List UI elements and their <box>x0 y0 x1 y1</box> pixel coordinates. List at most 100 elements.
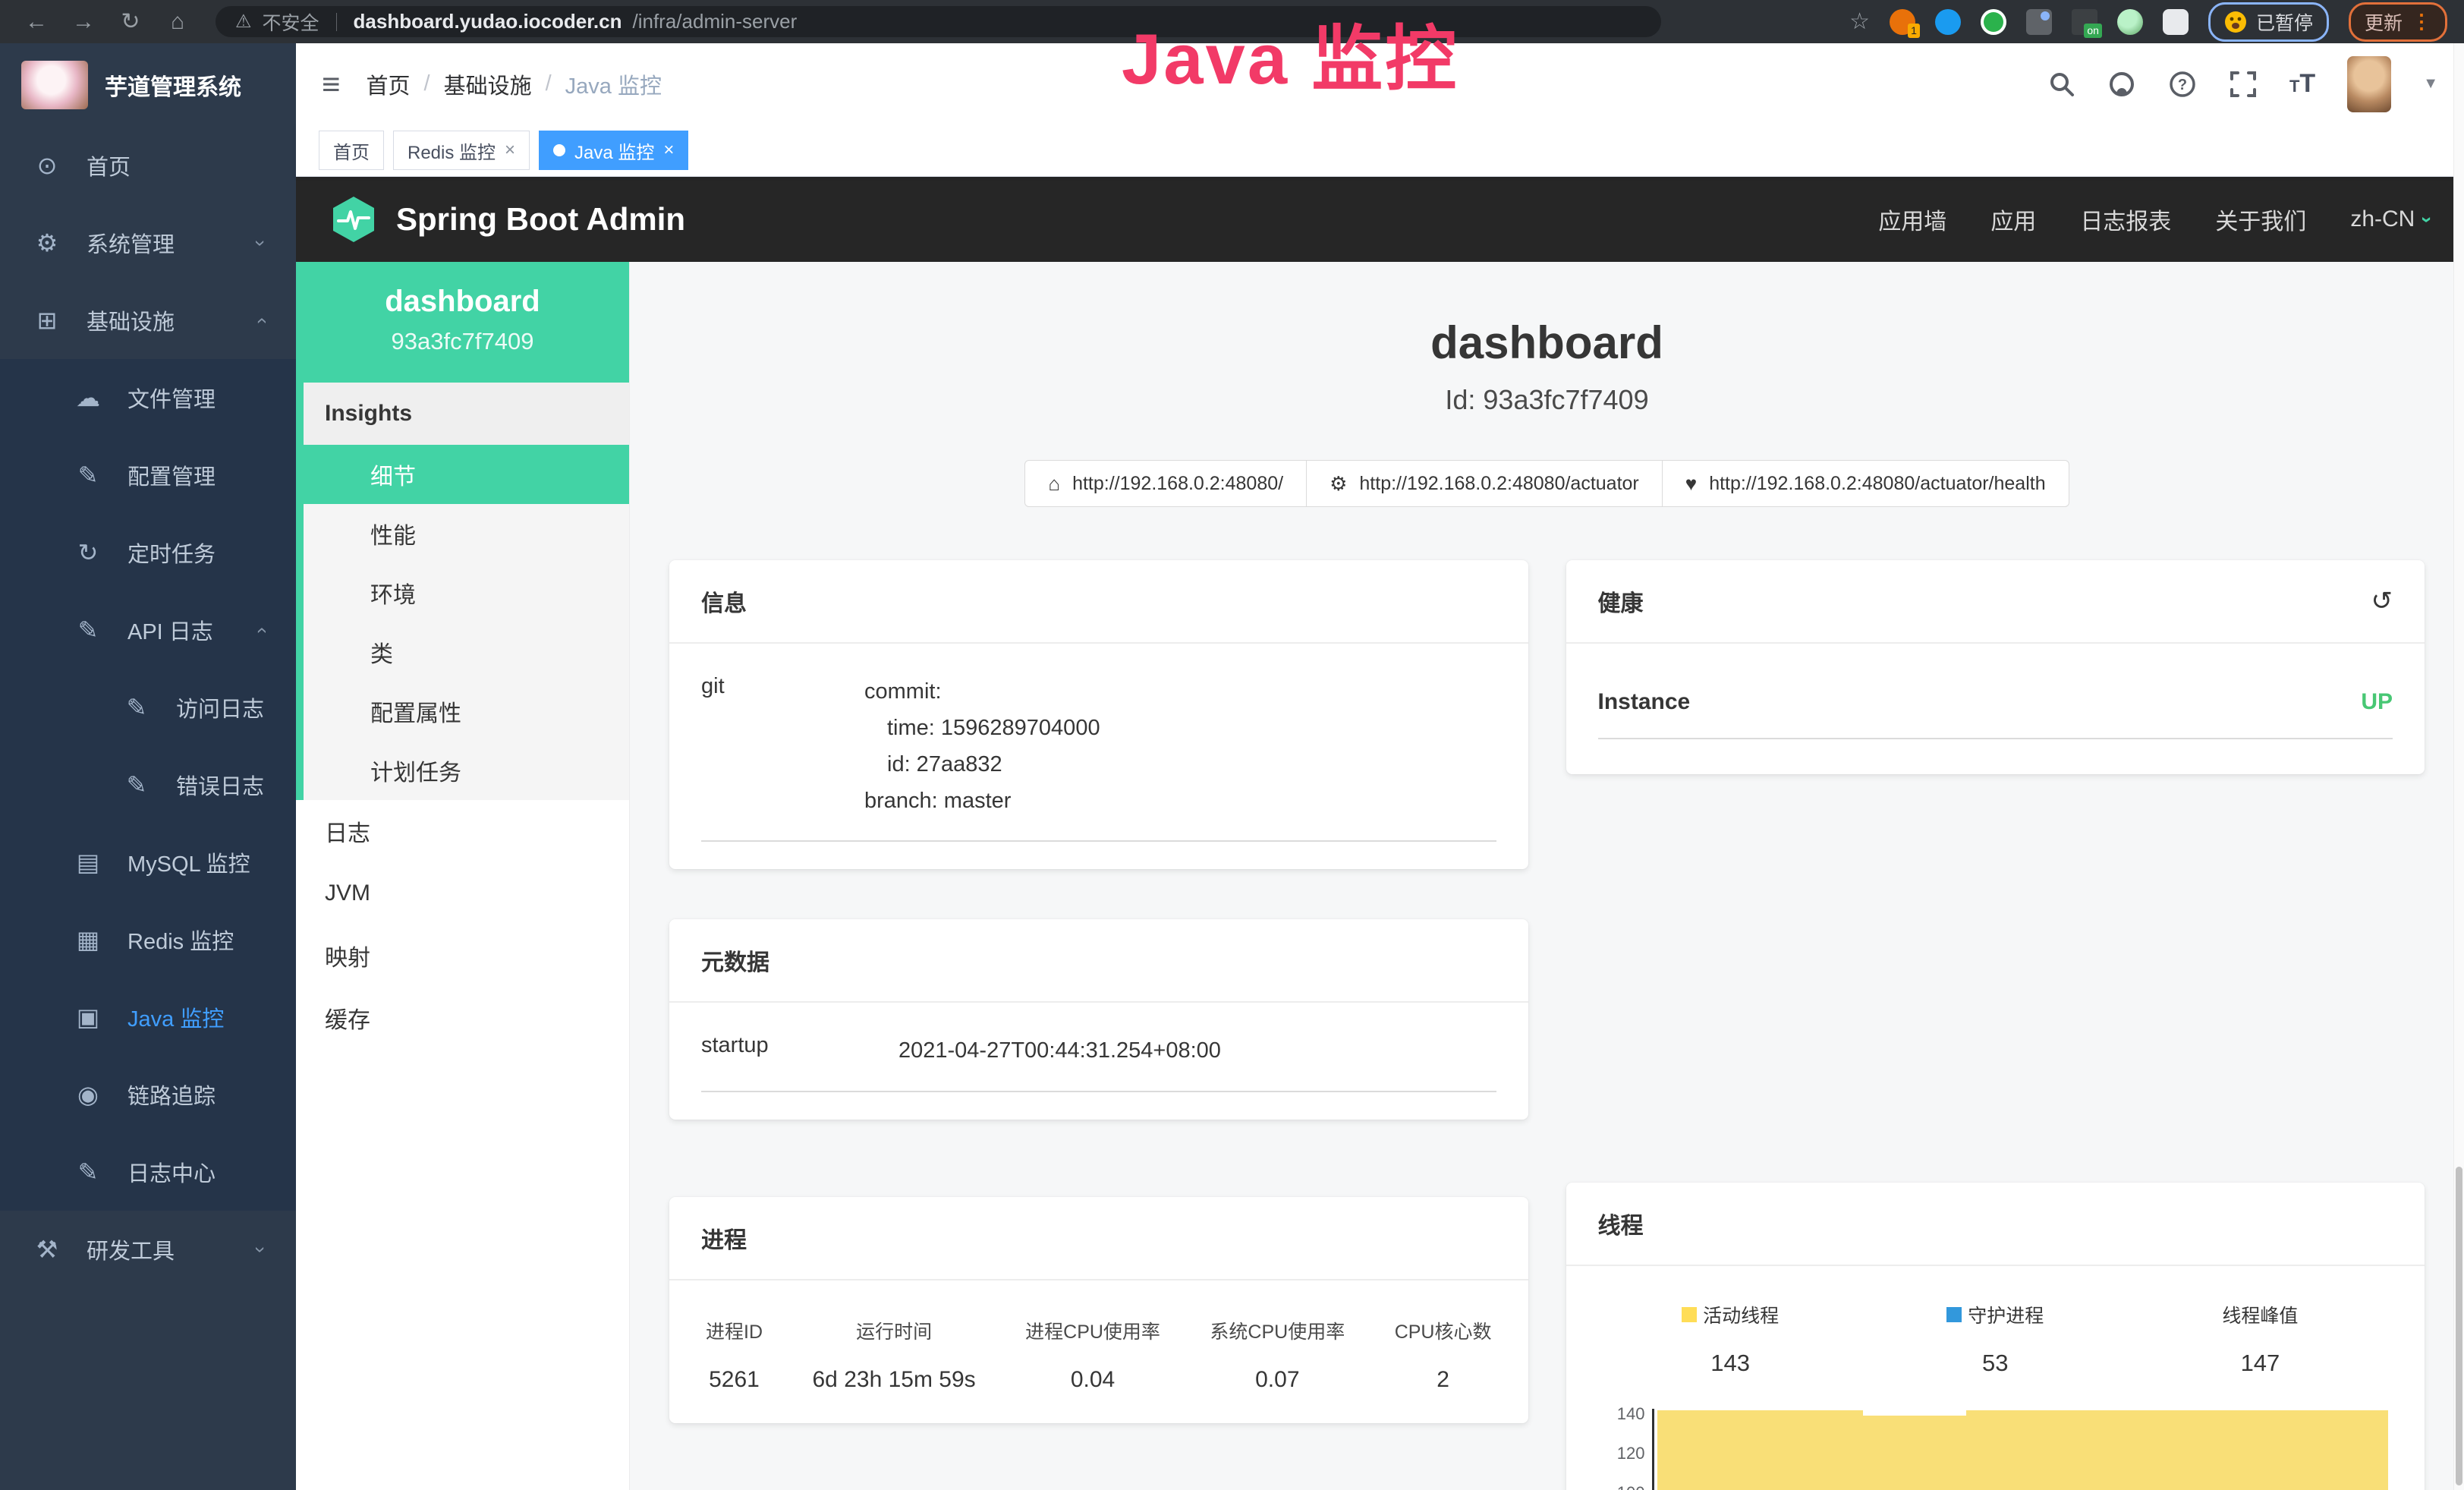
breadcrumb-infra[interactable]: 基础设施 <box>444 68 532 100</box>
sidebar-item-redis-monitor[interactable]: ▦ Redis 监控 <box>0 901 296 978</box>
avatar[interactable] <box>2347 56 2391 112</box>
y-tick: 120 <box>1617 1444 1645 1463</box>
sba-menu-jvm[interactable]: JVM <box>296 862 629 925</box>
sidebar-item-scheduled-jobs[interactable]: ↻ 定时任务 <box>0 514 296 591</box>
sidebar-item-tracing[interactable]: ◉ 链路追踪 <box>0 1056 296 1133</box>
health-instance-row: Instance UP <box>1598 689 2393 739</box>
service-url-button[interactable]: ⌂ http://192.168.0.2:48080/ <box>1024 460 1307 507</box>
sidebar-submenu-infra: ☁ 文件管理 ✎ 配置管理 ↻ 定时任务 ✎ API 日志 › ✎ 访问日志 ✎ <box>0 359 296 1211</box>
git-commit-line: commit: <box>864 674 1100 710</box>
browser-menu-icon[interactable]: ⋮ <box>2412 10 2431 33</box>
browser-back-button[interactable]: ← <box>17 11 56 33</box>
sba-hexagon-icon <box>329 195 378 244</box>
tab-redis-monitor[interactable]: Redis 监控 × <box>393 131 530 170</box>
info-card-title: 信息 <box>701 584 747 618</box>
health-url-button[interactable]: ♥ http://192.168.0.2:48080/actuator/heal… <box>1662 460 2069 507</box>
col-label: 运行时间 <box>813 1317 976 1344</box>
not-secure-warning-icon: ⚠ <box>235 11 252 33</box>
sidebar-item-home[interactable]: ⊙ 首页 <box>0 127 296 204</box>
app-logo-row[interactable]: 芋道管理系统 <box>0 43 296 127</box>
extension-icon-blue-pin[interactable] <box>1935 9 1961 35</box>
tab-java-monitor[interactable]: Java 监控 × <box>539 131 688 170</box>
sba-locale-select[interactable]: zh-CN › <box>2350 206 2431 232</box>
actuator-url-button[interactable]: ⚙ http://192.168.0.2:48080/actuator <box>1306 460 1663 507</box>
log-edit-icon: ✎ <box>73 616 103 644</box>
info-card: 信息 git commit: time: 1596289704000 id: 2… <box>669 560 1528 869</box>
sidebar-item-java-monitor[interactable]: ▣ Java 监控 <box>0 978 296 1056</box>
breadcrumb-home[interactable]: 首页 <box>367 68 411 100</box>
bookmark-star-icon[interactable]: ☆ <box>1849 11 1870 33</box>
sidebar-item-devtools[interactable]: ⚒ 研发工具 › <box>0 1211 296 1288</box>
help-icon[interactable]: ? <box>2168 70 2197 99</box>
git-id-line: id: 27aa832 <box>864 747 1100 783</box>
sidebar-item-file-manage[interactable]: ☁ 文件管理 <box>0 359 296 436</box>
sba-nav-wallboard[interactable]: 应用墙 <box>1878 203 1946 236</box>
sba-menu-environment[interactable]: 环境 <box>304 563 629 622</box>
history-icon[interactable]: ↺ <box>2371 586 2393 616</box>
fullscreen-icon[interactable] <box>2229 70 2258 99</box>
extension-icon-green-circle[interactable] <box>1981 9 2006 35</box>
sidebar-item-infra[interactable]: ⊞ 基础设施 › <box>0 282 296 359</box>
database-icon: ▤ <box>73 848 103 877</box>
sidebar-item-error-log[interactable]: ✎ 错误日志 <box>0 746 296 824</box>
app-title: 芋道管理系统 <box>105 68 241 102</box>
github-icon[interactable] <box>2107 70 2136 99</box>
sidebar-item-api-log[interactable]: ✎ API 日志 › <box>0 591 296 669</box>
browser-reload-button[interactable]: ↻ <box>111 11 150 33</box>
sidebar-item-label: API 日志 <box>127 614 213 646</box>
update-button[interactable]: 更新 ⋮ <box>2349 2 2447 42</box>
browser-forward-button[interactable]: → <box>64 11 103 33</box>
scrollbar-thumb[interactable] <box>2456 1167 2462 1485</box>
sidebar-item-system[interactable]: ⚙ 系统管理 › <box>0 204 296 282</box>
spring-boot-admin-logo[interactable]: Spring Boot Admin <box>329 195 685 244</box>
info-value: commit: time: 1596289704000 id: 27aa832 … <box>864 674 1100 819</box>
legend-label: 守护进程 <box>1968 1301 2044 1328</box>
edit-icon: ✎ <box>73 461 103 490</box>
user-menu-caret-icon[interactable]: ▼ <box>2423 75 2438 93</box>
sba-nav-journal[interactable]: 日志报表 <box>2080 203 2171 236</box>
sba-menu-logs[interactable]: 日志 <box>296 800 629 862</box>
sidebar-collapse-icon[interactable]: ≡ <box>322 68 341 100</box>
tab-home[interactable]: 首页 <box>319 131 384 170</box>
extension-icon-puzzle[interactable] <box>2163 9 2189 35</box>
sidebar-item-log-center[interactable]: ✎ 日志中心 <box>0 1133 296 1211</box>
extension-icon-grid[interactable] <box>2026 9 2052 35</box>
sidebar-item-mysql-monitor[interactable]: ▤ MySQL 监控 <box>0 824 296 901</box>
extension-icon-switch[interactable]: on <box>2072 9 2097 35</box>
chart-y-axis: 140 120 100 <box>1598 1403 1657 1490</box>
font-size-icon[interactable]: TT <box>2289 69 2315 99</box>
threads-area-chart: 140 120 100 <box>1598 1403 2393 1490</box>
browser-home-button[interactable]: ⌂ <box>158 11 197 33</box>
extension-icon-leaf[interactable] <box>2117 9 2143 35</box>
sba-menu-config-props[interactable]: 配置属性 <box>304 682 629 741</box>
col-label: 进程ID <box>706 1317 763 1344</box>
address-bar[interactable]: ⚠ 不安全 dashboard.yudao.iocoder.cn /infra/… <box>216 6 1661 37</box>
screen-icon: ▣ <box>73 1003 103 1032</box>
sba-nav-about[interactable]: 关于我们 <box>2215 203 2306 236</box>
close-icon[interactable]: × <box>663 140 674 161</box>
sba-menu-mappings[interactable]: 映射 <box>296 925 629 987</box>
log-edit-icon: ✎ <box>73 1158 103 1186</box>
sba-nav-applications[interactable]: 应用 <box>1990 203 2036 236</box>
search-icon[interactable] <box>2048 71 2075 98</box>
extension-icon-orange[interactable]: 1 <box>1890 9 1915 35</box>
sba-menu-scheduled-tasks[interactable]: 计划任务 <box>304 741 629 800</box>
close-icon[interactable]: × <box>505 140 515 161</box>
sidebar-item-access-log[interactable]: ✎ 访问日志 <box>0 669 296 746</box>
sba-menu-caches[interactable]: 缓存 <box>296 987 629 1049</box>
instance-url-group: ⌂ http://192.168.0.2:48080/ ⚙ http://192… <box>669 460 2425 507</box>
url-divider <box>336 13 337 31</box>
legend-label: 活动线程 <box>1703 1301 1779 1328</box>
paused-pill[interactable]: 已暂停 <box>2208 2 2329 42</box>
sba-instance-header[interactable]: dashboard 93a3fc7f7409 <box>296 262 629 383</box>
chevron-down-icon: › <box>249 240 272 247</box>
sba-menu-classes[interactable]: 类 <box>304 622 629 682</box>
sba-menu-details[interactable]: 细节 <box>296 445 629 504</box>
chevron-up-icon: › <box>249 627 272 634</box>
col-value: 0.04 <box>1025 1367 1160 1393</box>
sidebar-item-config-manage[interactable]: ✎ 配置管理 <box>0 436 296 514</box>
sba-menu-metrics[interactable]: 性能 <box>304 504 629 563</box>
col-label: 进程CPU使用率 <box>1025 1317 1160 1344</box>
page-scrollbar[interactable] <box>2453 43 2464 1490</box>
home-icon: ⌂ <box>1048 472 1060 496</box>
